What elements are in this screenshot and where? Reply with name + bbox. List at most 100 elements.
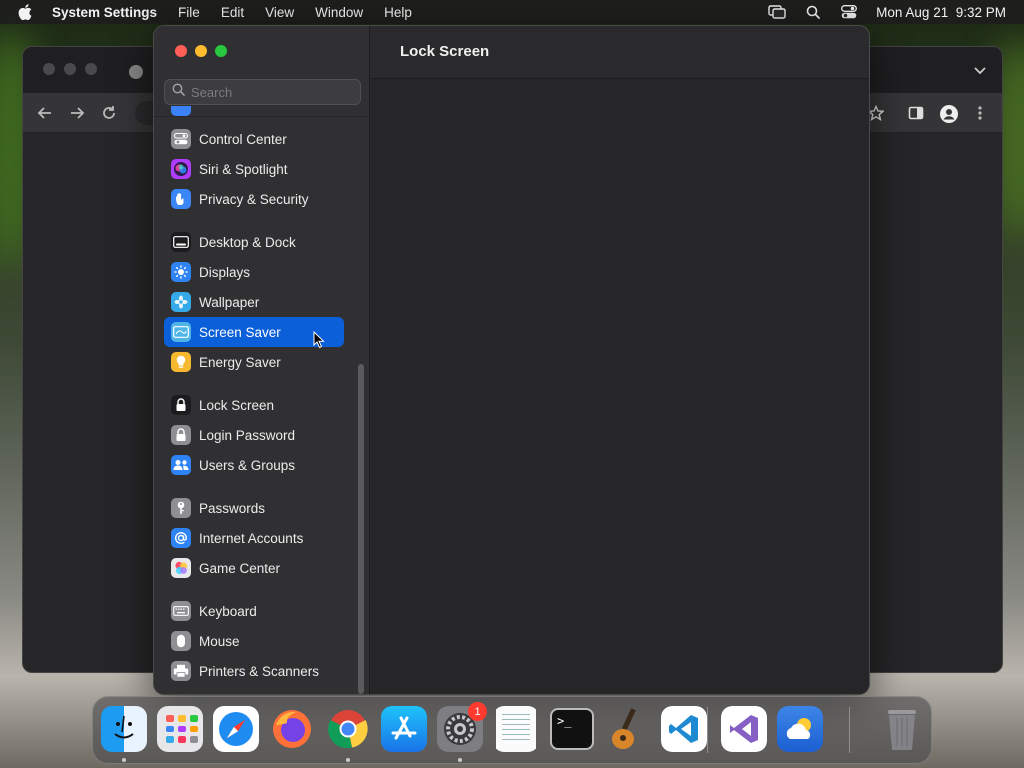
sidebar-item-login-password[interactable]: Login Password: [164, 420, 344, 450]
sidebar-item-wallpaper[interactable]: Wallpaper: [164, 287, 344, 317]
notification-badge: 1: [468, 702, 487, 721]
screen-saver-icon: [171, 322, 191, 342]
sidebar-item-privacy-security[interactable]: Privacy & Security: [164, 184, 344, 214]
profile-icon[interactable]: [940, 105, 958, 123]
partially-hidden-item-icon: [171, 106, 191, 116]
forward-arrow-icon[interactable]: [69, 105, 85, 121]
firefox-icon[interactable]: [269, 706, 315, 752]
sidebar-divider: [154, 116, 370, 117]
sidebar-item-game-center[interactable]: Game Center: [164, 553, 344, 583]
sidebar-item-label: Wallpaper: [199, 294, 260, 310]
sidebar-item-label: Control Center: [199, 131, 287, 147]
weather-icon[interactable]: [777, 706, 823, 752]
menu-app-name[interactable]: System Settings: [52, 5, 157, 20]
sidebar-scrollbar[interactable]: [358, 364, 364, 694]
sidebar-item-label: Users & Groups: [199, 457, 296, 473]
page-title: Lock Screen: [400, 43, 490, 60]
lock-icon: [171, 395, 191, 415]
browser-close-button[interactable]: [43, 63, 55, 75]
apple-menu-icon[interactable]: [18, 4, 34, 20]
search-field[interactable]: [164, 79, 361, 105]
close-button[interactable]: [175, 45, 187, 57]
sidebar-item-displays[interactable]: Displays: [164, 257, 344, 287]
sidebar-item-passwords[interactable]: Passwords: [164, 493, 344, 523]
sidebar-item-lock-screen[interactable]: Lock Screen: [164, 390, 344, 420]
chrome-icon[interactable]: [325, 706, 371, 752]
sidebar-item-label: Displays: [199, 264, 251, 280]
finder-icon[interactable]: [101, 706, 147, 752]
lock-badge-icon: [171, 425, 191, 445]
textedit-icon[interactable]: [493, 706, 539, 752]
key-icon: [171, 498, 191, 518]
sun-icon: [171, 262, 191, 282]
control-center-icon: [171, 129, 191, 149]
app-store-icon[interactable]: [381, 706, 427, 752]
users-icon: [171, 455, 191, 475]
globe-icon: [129, 65, 143, 79]
siri-icon: [171, 159, 191, 179]
browser-minimize-button[interactable]: [64, 63, 76, 75]
search-input[interactable]: [191, 84, 351, 100]
tab-list-chevron-icon[interactable]: [974, 63, 986, 81]
terminal-icon[interactable]: >_: [549, 706, 595, 752]
mouse-icon: [171, 631, 191, 651]
trash-icon[interactable]: [879, 706, 925, 752]
sidebar-item-label: Game Center: [199, 560, 281, 576]
side-panel-icon[interactable]: [908, 105, 924, 121]
running-indicator: [458, 758, 462, 762]
screen-mirroring-icon[interactable]: [768, 4, 786, 20]
sidebar-item-label: Desktop & Dock: [199, 234, 296, 250]
search-icon: [172, 83, 185, 101]
vscode-icon[interactable]: [661, 706, 707, 752]
sidebar-item-label: Energy Saver: [199, 354, 281, 370]
menu-view[interactable]: View: [265, 5, 294, 20]
garageband-icon[interactable]: [605, 706, 651, 752]
running-indicator: [346, 758, 350, 762]
sidebar-item-label: Printers & Scanners: [199, 663, 320, 679]
sidebar-item-label: Login Password: [199, 427, 296, 443]
flower-icon: [171, 292, 191, 312]
sidebar-item-label: Siri & Spotlight: [199, 161, 288, 177]
menu-bar-clock[interactable]: Mon Aug 21 9:32 PM: [876, 5, 1006, 20]
sidebar-item-desktop-dock[interactable]: Desktop & Dock: [164, 227, 344, 257]
sidebar-item-printers-scanners[interactable]: Printers & Scanners: [164, 656, 344, 686]
sidebar-item-label: Passwords: [199, 500, 266, 516]
sidebar-item-keyboard[interactable]: Keyboard: [164, 596, 344, 626]
menu-file[interactable]: File: [178, 5, 200, 20]
dock-separator: [849, 707, 850, 753]
menu-help[interactable]: Help: [384, 5, 412, 20]
sidebar-item-mouse[interactable]: Mouse: [164, 626, 344, 656]
sidebar-item-internet-accounts[interactable]: Internet Accounts: [164, 523, 344, 553]
zoom-button[interactable]: [215, 45, 227, 57]
menu-window[interactable]: Window: [315, 5, 363, 20]
menu-bar: System Settings File Edit View Window He…: [0, 0, 1024, 24]
control-center-icon[interactable]: [840, 4, 858, 20]
menu-edit[interactable]: Edit: [221, 5, 244, 20]
spotlight-search-icon[interactable]: [804, 4, 822, 20]
at-icon: [171, 528, 191, 548]
dock: >_: [92, 696, 932, 764]
printer-icon: [171, 661, 191, 681]
settings-sidebar: Control Center Siri & Spotlight Privacy & …: [154, 26, 370, 694]
mouse-cursor-icon: [313, 330, 325, 354]
browser-window-controls: [43, 63, 97, 75]
sidebar-item-siri-spotlight[interactable]: Siri & Spotlight: [164, 154, 344, 184]
browser-zoom-button[interactable]: [85, 63, 97, 75]
more-menu-icon[interactable]: [977, 105, 993, 121]
minimize-button[interactable]: [195, 45, 207, 57]
back-arrow-icon[interactable]: [37, 105, 53, 121]
bookmark-star-icon[interactable]: [867, 104, 885, 121]
launchpad-icon[interactable]: [157, 706, 203, 752]
reload-icon[interactable]: [101, 105, 117, 121]
sidebar-item-label: Screen Saver: [199, 324, 281, 340]
window-controls: [175, 45, 227, 57]
lightbulb-icon: [171, 352, 191, 372]
dock-icon: [171, 232, 191, 252]
sidebar-item-control-center[interactable]: Control Center: [164, 124, 344, 154]
sidebar-item-users-groups[interactable]: Users & Groups: [164, 450, 344, 480]
game-center-icon: [171, 558, 191, 578]
visual-studio-icon[interactable]: [721, 706, 767, 752]
sidebar-item-label: Privacy & Security: [199, 191, 309, 207]
safari-icon[interactable]: [213, 706, 259, 752]
system-settings-window: Control Center Siri & Spotlight Privacy & …: [153, 25, 870, 695]
